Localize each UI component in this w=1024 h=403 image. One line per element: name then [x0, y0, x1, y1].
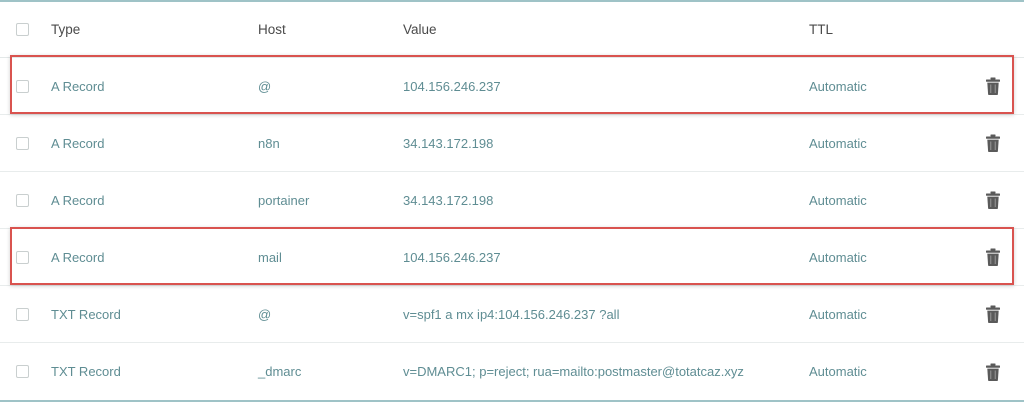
- row-select-cell: [16, 343, 29, 400]
- row-checkbox[interactable]: [16, 79, 29, 93]
- record-value: 104.156.246.237: [403, 78, 501, 94]
- row-select-cell: [16, 172, 29, 228]
- trash-icon[interactable]: [986, 248, 1000, 266]
- record-host: portainer: [258, 192, 310, 208]
- delete-record-button[interactable]: [986, 229, 1000, 285]
- delete-record-button[interactable]: [986, 343, 1000, 400]
- record-ttl: Automatic: [809, 192, 867, 208]
- select-all-cell: [16, 2, 29, 57]
- record-value: 34.143.172.198: [403, 192, 494, 208]
- row-select-cell: [16, 229, 29, 285]
- table-header-row: Type Host Value TTL: [0, 2, 1024, 58]
- record-value: 34.143.172.198: [403, 135, 494, 151]
- delete-record-button[interactable]: [986, 172, 1000, 228]
- record-type: TXT Record: [51, 364, 121, 379]
- record-type: TXT Record: [51, 306, 121, 322]
- trash-icon[interactable]: [986, 363, 1000, 381]
- record-ttl: Automatic: [809, 135, 867, 151]
- row-checkbox[interactable]: [16, 193, 29, 207]
- table-row: A Record portainer 34.143.172.198 Automa…: [0, 172, 1024, 229]
- record-host: n8n: [258, 135, 280, 151]
- record-host: @: [258, 78, 272, 94]
- dns-records-table: Type Host Value TTL A Record @ 104.156.2…: [0, 2, 1024, 400]
- record-type: A Record: [51, 249, 105, 265]
- table-bottom-border: [0, 400, 1024, 402]
- delete-record-button[interactable]: [986, 58, 1000, 114]
- table-row: A Record n8n 34.143.172.198 Automatic: [0, 115, 1024, 172]
- record-value: v=DMARC1; p=reject; rua=mailto:postmaste…: [403, 364, 744, 379]
- record-ttl: Automatic: [809, 306, 867, 322]
- delete-record-button[interactable]: [986, 286, 1000, 342]
- record-type: A Record: [51, 78, 105, 94]
- record-type: A Record: [51, 135, 105, 151]
- record-ttl: Automatic: [809, 364, 867, 379]
- row-select-cell: [16, 115, 29, 171]
- select-all-checkbox[interactable]: [16, 23, 29, 36]
- record-ttl: Automatic: [809, 78, 867, 94]
- trash-icon[interactable]: [986, 77, 1000, 95]
- column-header-host[interactable]: Host: [258, 2, 286, 57]
- record-type: A Record: [51, 192, 105, 208]
- table-row: A Record @ 104.156.246.237 Automatic: [0, 58, 1024, 115]
- table-row: TXT Record _dmarc v=DMARC1; p=reject; ru…: [0, 343, 1024, 400]
- row-checkbox[interactable]: [16, 365, 29, 378]
- record-host: _dmarc: [258, 364, 302, 379]
- column-header-type[interactable]: Type: [51, 2, 80, 57]
- row-select-cell: [16, 58, 29, 114]
- record-value: 104.156.246.237: [403, 249, 501, 265]
- row-checkbox[interactable]: [16, 136, 29, 150]
- row-select-cell: [16, 286, 29, 342]
- column-header-value[interactable]: Value: [403, 2, 437, 57]
- record-value: v=spf1 a mx ip4:104.156.246.237 ?all: [403, 306, 620, 322]
- row-checkbox[interactable]: [16, 250, 29, 264]
- delete-record-button[interactable]: [986, 115, 1000, 171]
- record-host: mail: [258, 249, 282, 265]
- column-header-ttl[interactable]: TTL: [809, 2, 833, 57]
- trash-icon[interactable]: [986, 134, 1000, 152]
- table-row: A Record mail 104.156.246.237 Automatic: [0, 229, 1024, 286]
- row-checkbox[interactable]: [16, 307, 29, 321]
- trash-icon[interactable]: [986, 305, 1000, 323]
- record-ttl: Automatic: [809, 249, 867, 265]
- table-row: TXT Record @ v=spf1 a mx ip4:104.156.246…: [0, 286, 1024, 343]
- record-host: @: [258, 306, 272, 322]
- trash-icon[interactable]: [986, 191, 1000, 209]
